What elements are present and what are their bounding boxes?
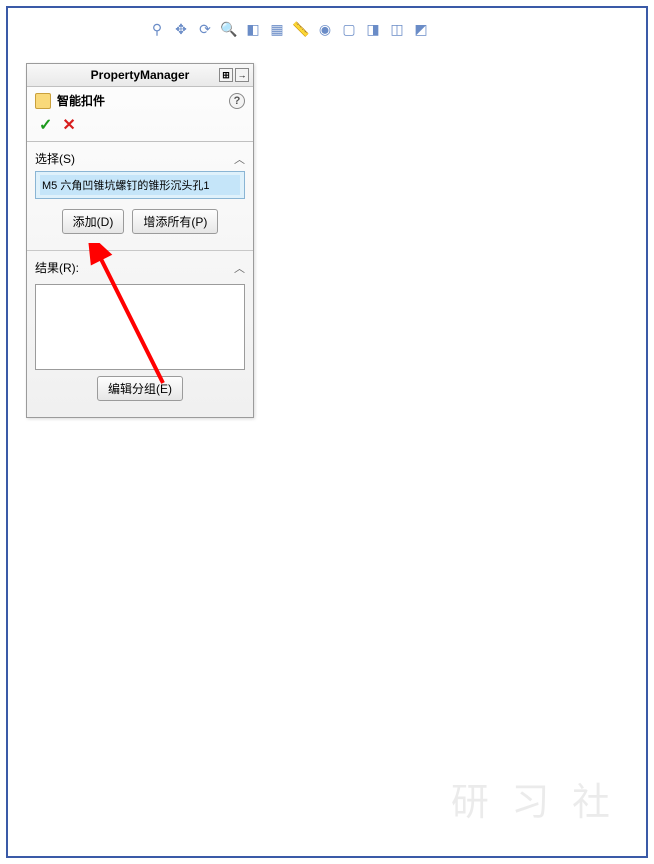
view-orient-icon[interactable]: ▦ bbox=[268, 20, 286, 38]
shadow-icon[interactable]: ◩ bbox=[412, 20, 430, 38]
section-icon[interactable]: ◧ bbox=[244, 20, 262, 38]
rotate-icon[interactable]: ⟳ bbox=[196, 20, 214, 38]
collapse-chevron-icon[interactable]: ︿ bbox=[234, 151, 245, 167]
ok-cancel-row: ✓ ✕ bbox=[27, 111, 253, 142]
cancel-button[interactable]: ✕ bbox=[62, 115, 75, 135]
help-icon[interactable]: ? bbox=[229, 93, 245, 109]
feature-header: 智能扣件 ? bbox=[27, 87, 253, 111]
pan-icon[interactable]: ✥ bbox=[172, 20, 190, 38]
zoom-icon[interactable]: ⚲ bbox=[148, 20, 166, 38]
panel-title: PropertyManager bbox=[91, 68, 190, 82]
selection-label: 选择(S) bbox=[35, 150, 75, 167]
add-button[interactable]: 添加(D) bbox=[62, 209, 125, 234]
hidden-icon[interactable]: ◨ bbox=[364, 20, 382, 38]
arrow-icon[interactable]: → bbox=[235, 68, 249, 82]
view-toolbar: ⚲ ✥ ⟳ 🔍 ◧ ▦ 📏 ◉ ▢ ◨ ◫ ◩ bbox=[148, 20, 430, 38]
wire-icon[interactable]: ▢ bbox=[340, 20, 358, 38]
watermark-text: 研 习 社 bbox=[451, 771, 616, 826]
zoom-fit-icon[interactable]: 🔍 bbox=[220, 20, 238, 38]
shaded-icon[interactable]: ◉ bbox=[316, 20, 334, 38]
smart-fastener-icon bbox=[35, 93, 51, 109]
results-list[interactable] bbox=[35, 284, 245, 370]
ok-button[interactable]: ✓ bbox=[39, 115, 52, 135]
property-manager-panel: PropertyManager ⊞ → 智能扣件 ? ✓ ✕ 选择(S) ︿ M… bbox=[26, 63, 254, 418]
collapse-chevron-icon[interactable]: ︿ bbox=[234, 260, 245, 276]
selection-item[interactable]: M5 六角凹锥坑螺钉的锥形沉头孔1 bbox=[40, 175, 240, 195]
feature-name: 智能扣件 bbox=[57, 92, 105, 109]
results-label: 结果(R): bbox=[35, 259, 79, 276]
selection-section: 选择(S) ︿ M5 六角凹锥坑螺钉的锥形沉头孔1 添加(D) 增添所有(P) bbox=[27, 142, 253, 250]
viewport-frame: ⚲ ✥ ⟳ 🔍 ◧ ▦ 📏 ◉ ▢ ◨ ◫ ◩ bbox=[6, 6, 648, 858]
add-all-button[interactable]: 增添所有(P) bbox=[132, 209, 218, 234]
panel-pin-buttons: ⊞ → bbox=[219, 68, 249, 82]
panel-titlebar[interactable]: PropertyManager ⊞ → bbox=[27, 64, 253, 87]
results-section: 结果(R): ︿ 编辑分组(E) bbox=[27, 251, 253, 417]
perspective-icon[interactable]: ◫ bbox=[388, 20, 406, 38]
pin-icon[interactable]: ⊞ bbox=[219, 68, 233, 82]
selection-list[interactable]: M5 六角凹锥坑螺钉的锥形沉头孔1 bbox=[35, 171, 245, 199]
edit-group-button[interactable]: 编辑分组(E) bbox=[97, 376, 183, 401]
measure-icon[interactable]: 📏 bbox=[292, 20, 310, 38]
